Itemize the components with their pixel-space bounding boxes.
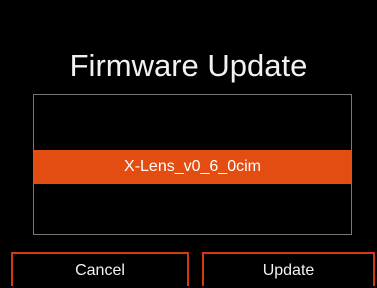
- cancel-button[interactable]: Cancel: [11, 252, 189, 286]
- firmware-file-list[interactable]: X-Lens_v0_6_0cim: [33, 94, 352, 235]
- dialog-title: Firmware Update: [69, 48, 308, 83]
- firmware-file-item[interactable]: X-Lens_v0_6_0cim: [34, 150, 351, 184]
- update-button[interactable]: Update: [202, 252, 375, 286]
